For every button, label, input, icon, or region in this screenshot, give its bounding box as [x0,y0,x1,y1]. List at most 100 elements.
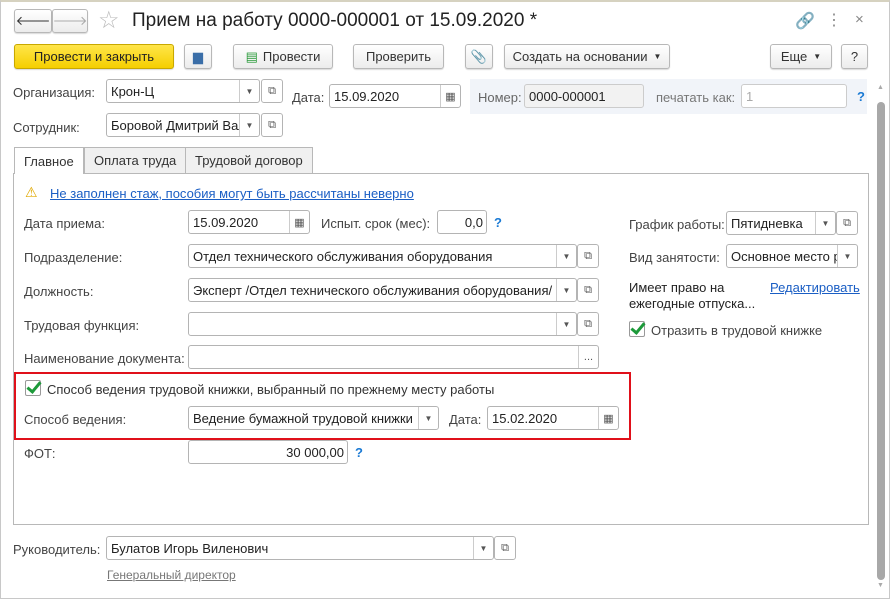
chevron-down-icon: ▼ [813,52,822,61]
post-and-close-button[interactable]: Провести и закрыть [14,44,174,69]
chevron-down-icon[interactable]: ▼ [239,80,259,102]
schedule-label: График работы: [629,217,725,232]
open-employee-button[interactable]: ⧉ [261,113,283,137]
post-icon: ▤ [245,48,258,64]
ellipsis-button[interactable]: ... [578,346,598,368]
organization-field[interactable]: Крон-Ц ▼ [106,79,260,103]
chevron-down-icon[interactable]: ▼ [815,212,835,234]
edit-vacations-link[interactable]: Редактировать [770,280,860,295]
position-value: Эксперт /Отдел технического обслуживания… [193,282,553,298]
calendar-icon[interactable]: ▦ [440,85,460,107]
probation-help[interactable]: ? [494,215,502,230]
chevron-down-icon[interactable]: ▼ [556,313,576,335]
employee-value: Боровой Дмитрий Вал [111,117,239,133]
manager-value: Булатов Игорь Виленович [111,540,269,556]
probation-field[interactable]: 0,0 [437,210,487,234]
scrollbar-thumb[interactable] [877,102,885,580]
window-title: Прием на работу 0000-000001 от 15.09.202… [132,10,538,31]
warning-link[interactable]: Не заполнен стаж, пособия могут быть рас… [50,186,414,201]
back-button[interactable]: 🡐 [14,9,52,33]
department-value: Отдел технического обслуживания оборудов… [193,248,493,264]
save-button[interactable]: ▆ [184,44,212,69]
create-based-on-button[interactable]: Создать на основании ▼ [504,44,670,69]
vacation-text-2: ежегодные отпуска... [629,296,756,311]
paperclip-icon: 📎 [470,48,488,64]
chevron-down-icon[interactable]: ▼ [556,279,576,301]
prev-method-label: Способ ведения трудовой книжки, выбранны… [47,382,495,397]
scrollbar[interactable]: ▲ ▼ [876,84,886,592]
function-field[interactable]: ▼ [188,312,577,336]
post-button[interactable]: ▤ Провести [233,44,333,69]
chevron-down-icon[interactable]: ▼ [556,245,576,267]
number-label: Номер: [478,90,522,105]
tab-contract[interactable]: Трудовой договор [185,147,313,173]
docname-field[interactable]: ... [188,345,599,369]
prev-method-checkbox[interactable] [25,380,41,396]
fot-help[interactable]: ? [355,445,363,460]
chevron-down-icon[interactable]: ▼ [239,114,259,136]
create-based-label: Создать на основании [512,49,648,64]
attach-button[interactable]: 📎 [465,44,493,69]
post-label: Провести [262,49,321,64]
calendar-icon[interactable]: ▦ [289,211,309,233]
save-icon: ▆ [193,48,203,64]
employment-field[interactable]: Основное место р ▼ [726,244,858,268]
docname-label: Наименование документа: [24,351,185,366]
method-date-label: Дата: [449,412,482,427]
more-button[interactable]: Еще ▼ [770,44,832,69]
more-label: Еще [780,49,808,64]
manager-position-link[interactable]: Генеральный директор [107,568,236,582]
method-value: Ведение бумажной трудовой книжки [193,410,413,426]
more-vertical-icon[interactable]: ⋮ [826,10,842,30]
employee-field[interactable]: Боровой Дмитрий Вал ▼ [106,113,260,137]
position-label: Должность: [24,284,94,299]
chevron-down-icon: ▼ [653,52,662,61]
hire-date-label: Дата приема: [24,216,105,231]
fot-field[interactable]: 30 000,00 [188,440,348,464]
scroll-down-icon[interactable]: ▼ [877,582,884,589]
method-label: Способ ведения: [24,412,127,427]
method-field[interactable]: Ведение бумажной трудовой книжки ▼ [188,406,439,430]
reflect-label: Отразить в трудовой книжке [651,323,823,338]
warning-icon: ⚠ [25,184,38,200]
department-field[interactable]: Отдел технического обслуживания оборудов… [188,244,577,268]
manager-field[interactable]: Булатов Игорь Виленович ▼ [106,536,494,560]
favorite-star-icon[interactable]: ☆ [98,6,120,35]
employment-value: Основное место р [731,248,837,264]
tab-main[interactable]: Главное [14,147,84,174]
calendar-icon[interactable]: ▦ [598,407,618,429]
function-label: Трудовая функция: [24,318,140,333]
hire-date-field[interactable]: 15.09.2020 ▦ [188,210,310,234]
print-as-label: печатать как: [656,90,736,105]
chevron-down-icon[interactable]: ▼ [418,407,438,429]
chevron-down-icon[interactable]: ▼ [473,537,493,559]
check-button[interactable]: Проверить [353,44,444,69]
forward-button[interactable]: 🡒 [52,9,88,33]
print-as-help[interactable]: ? [857,89,865,104]
organization-value: Крон-Ц [111,83,155,99]
schedule-value: Пятидневка [731,215,803,231]
chevron-down-icon[interactable]: ▼ [837,245,857,267]
help-button[interactable]: ? [841,44,868,69]
open-schedule-button[interactable]: ⧉ [836,211,858,235]
print-as-field[interactable]: 1 [741,84,847,108]
schedule-field[interactable]: Пятидневка ▼ [726,211,836,235]
position-field[interactable]: Эксперт /Отдел технического обслуживания… [188,278,577,302]
method-date-field[interactable]: 15.02.2020 ▦ [487,406,619,430]
close-icon[interactable]: × [855,11,864,28]
tab-payment[interactable]: Оплата труда [84,147,187,173]
open-manager-button[interactable]: ⧉ [494,536,516,560]
department-label: Подразделение: [24,250,123,265]
open-position-button[interactable]: ⧉ [577,278,599,302]
link-icon[interactable]: 🔗 [795,11,815,31]
reflect-checkbox[interactable] [629,321,645,337]
open-department-button[interactable]: ⧉ [577,244,599,268]
manager-label: Руководитель: [13,542,101,557]
fot-label: ФОТ: [24,446,56,461]
date-field[interactable]: 15.09.2020 ▦ [329,84,461,108]
employee-label: Сотрудник: [13,120,80,135]
number-field[interactable]: 0000-000001 [524,84,644,108]
scroll-up-icon[interactable]: ▲ [877,84,884,91]
open-organization-button[interactable]: ⧉ [261,79,283,103]
open-function-button[interactable]: ⧉ [577,312,599,336]
